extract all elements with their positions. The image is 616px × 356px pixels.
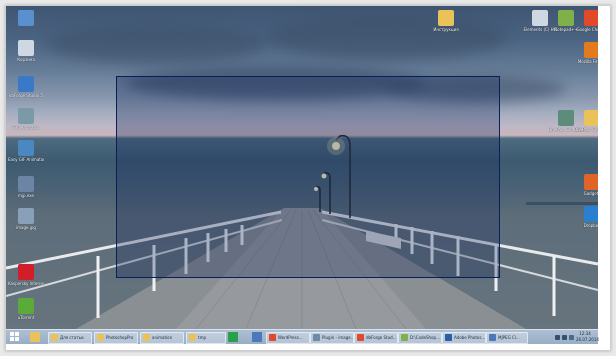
taskbar-button-task-7[interactable]: dbForge Stud... — [354, 332, 398, 344]
image-icon — [313, 334, 320, 341]
shortcut-icon — [18, 176, 34, 192]
taskbar-button-task-9[interactable]: Adobe Photos... — [442, 332, 486, 344]
desktop-icon-dropbox[interactable]: Dropbox — [574, 206, 598, 228]
pinned-store-store-icon[interactable] — [228, 332, 238, 342]
desktop-icon-easy-gif-animator[interactable]: Easy GIF Animator — [8, 140, 44, 162]
taskbar-button-label: dbForge Stud... — [366, 335, 397, 340]
desktop-icon-mozilla-firefox[interactable]: Mozilla Firefox — [574, 42, 598, 64]
taskbar-button-label: Для статьи — [60, 335, 84, 340]
taskbar-button-task-4[interactable]: tmp — [186, 332, 226, 344]
recycle-bin-icon — [18, 40, 34, 56]
taskbar-button-label: MJPEG Cl... — [498, 335, 520, 340]
taskbar-button-task-8[interactable]: D:\CodeShop... — [398, 332, 442, 344]
pinned-file-explorer-folder-icon[interactable] — [30, 332, 40, 342]
taskbar-button-label: tmp — [198, 335, 207, 340]
desktop-icon-label: Dropbox — [583, 223, 598, 228]
desktop-icon-label: image.jpg — [16, 225, 36, 230]
image-file-icon — [18, 208, 34, 224]
folder-icon — [97, 334, 104, 341]
desktop-icon-kaspersky[interactable]: Kaspersky Internet... — [8, 264, 44, 286]
desktop-icon-recycle-bin[interactable]: Корзина — [8, 40, 44, 62]
chrome-icon — [584, 10, 598, 26]
app-icon — [489, 334, 496, 341]
clock[interactable]: 12:34 26.07.2014 — [576, 331, 599, 343]
desktop-icon-utorrent[interactable]: uTorrent — [8, 298, 44, 320]
chrome-icon — [357, 334, 364, 341]
start-button[interactable] — [10, 332, 20, 342]
taskbar-button-task-10[interactable]: MJPEG Cl... — [486, 332, 528, 344]
desktop-icon-shortcut-1[interactable]: mjp.exe — [8, 176, 44, 198]
firefox-icon — [584, 42, 598, 58]
clock-date: 26.07.2014 — [576, 337, 599, 342]
desktop-icon-onepass-complete-2[interactable]: OnePass Complete — [574, 110, 598, 132]
desktop-icon-label: OnePass Complete — [574, 127, 598, 132]
gif-animator-icon — [18, 108, 34, 124]
desktop-icon-label: Mozilla Firefox — [577, 59, 598, 64]
easy-gif-animator-icon — [18, 140, 34, 156]
utorrent-icon — [18, 298, 34, 314]
volume-icon[interactable] — [562, 335, 567, 340]
desktop-icon-label: GIF Animator — [12, 125, 40, 130]
desktop-icon-label: Kaspersky Internet... — [8, 281, 44, 286]
taskbar-button-label: WordPress... — [278, 335, 303, 340]
taskbar: 12:34 26.07.2014 Для статьи PhotoshopPro a… — [6, 329, 599, 344]
pinned-pinned-app-app-icon[interactable] — [252, 332, 262, 342]
taskbar-button-label: Adobe Photos... — [454, 335, 486, 340]
network-icon[interactable] — [555, 335, 560, 340]
taskbar-button-task-5[interactable]: WordPress... — [266, 332, 310, 344]
bbforge-icon — [18, 76, 34, 92]
folder-icon — [189, 334, 196, 341]
taskbar-button-label: animation — [152, 335, 173, 340]
desktop-icon-gif-animator[interactable]: GIF Animator — [8, 108, 44, 130]
taskbar-button-task-2[interactable]: PhotoshopPro — [94, 332, 138, 344]
desktop-icon-label: Easy GIF Animator — [8, 157, 44, 162]
desktop-icon-label: uTorrent — [17, 315, 35, 320]
desktop-icon-folder-top-center[interactable]: Инструкция — [428, 10, 464, 32]
folder-icon — [51, 334, 58, 341]
kaspersky-icon — [18, 264, 34, 280]
desktop-icon-gear-app[interactable]: Gadgets — [574, 174, 598, 196]
folder-icon — [143, 334, 150, 341]
desktop-icon-bbforge-studio[interactable]: vbForge Studio 5 — [8, 76, 44, 98]
taskbar-button-task-6[interactable]: Plugin - image... — [310, 332, 354, 344]
desktop-icon-google-chrome[interactable]: Google Chrome — [574, 10, 598, 32]
desktop-icon-label: Инструкция — [433, 27, 459, 32]
elements-icon — [532, 10, 548, 26]
computer-icon — [18, 10, 34, 26]
chrome-icon — [269, 334, 276, 341]
desktop[interactable]: Корзина vbForge Studio 5 GIF Animator Easy … — [6, 6, 598, 329]
desktop-icon-this-pc[interactable] — [8, 10, 44, 27]
photoshop-icon — [445, 334, 452, 341]
taskbar-button-label: Plugin - image... — [322, 335, 354, 340]
desktop-icon-label: vbForge Studio 5 — [9, 93, 43, 98]
desktop-icon-label: Корзина — [17, 57, 35, 62]
windows-logo-icon — [10, 332, 14, 336]
desktop-icon-label: mjp.exe — [18, 193, 34, 198]
taskbar-button-task-1[interactable]: Для статьи — [48, 332, 92, 344]
app-icon — [584, 174, 598, 190]
desktop-icon-label: Gadgets — [583, 191, 598, 196]
dropbox-icon — [584, 206, 598, 222]
folder-icon — [438, 10, 454, 26]
flag-icon[interactable] — [569, 335, 574, 340]
onepass-icon — [558, 110, 574, 126]
notepad-icon — [401, 334, 408, 341]
folder-icon — [584, 110, 598, 126]
taskbar-button-label: PhotoshopPro — [106, 335, 134, 340]
desktop-icon-image-jpg[interactable]: image.jpg — [8, 208, 44, 230]
taskbar-button-label: D:\CodeShop... — [410, 335, 440, 340]
taskbar-button-task-3[interactable]: animation — [140, 332, 184, 344]
selection-rectangle[interactable] — [116, 76, 500, 278]
desktop-icon-label: Google Chrome — [576, 27, 598, 32]
notepad-icon — [558, 10, 574, 26]
